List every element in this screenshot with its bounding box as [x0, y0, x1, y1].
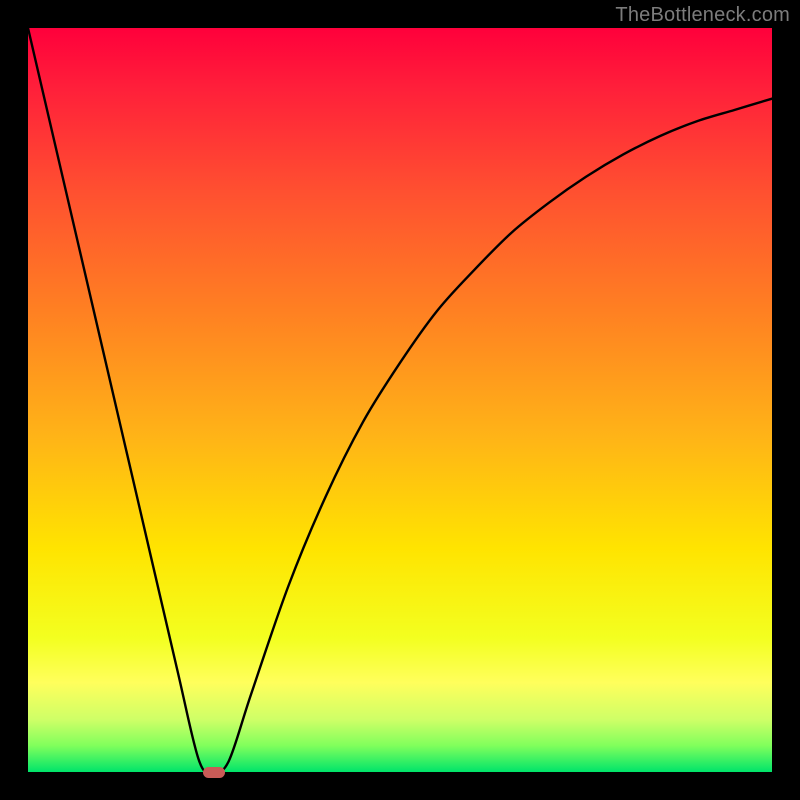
watermark-text: TheBottleneck.com	[615, 4, 790, 27]
plot-area	[28, 28, 772, 772]
bottleneck-curve	[28, 28, 772, 772]
minimum-marker	[203, 767, 225, 778]
chart-frame: TheBottleneck.com	[0, 0, 800, 800]
